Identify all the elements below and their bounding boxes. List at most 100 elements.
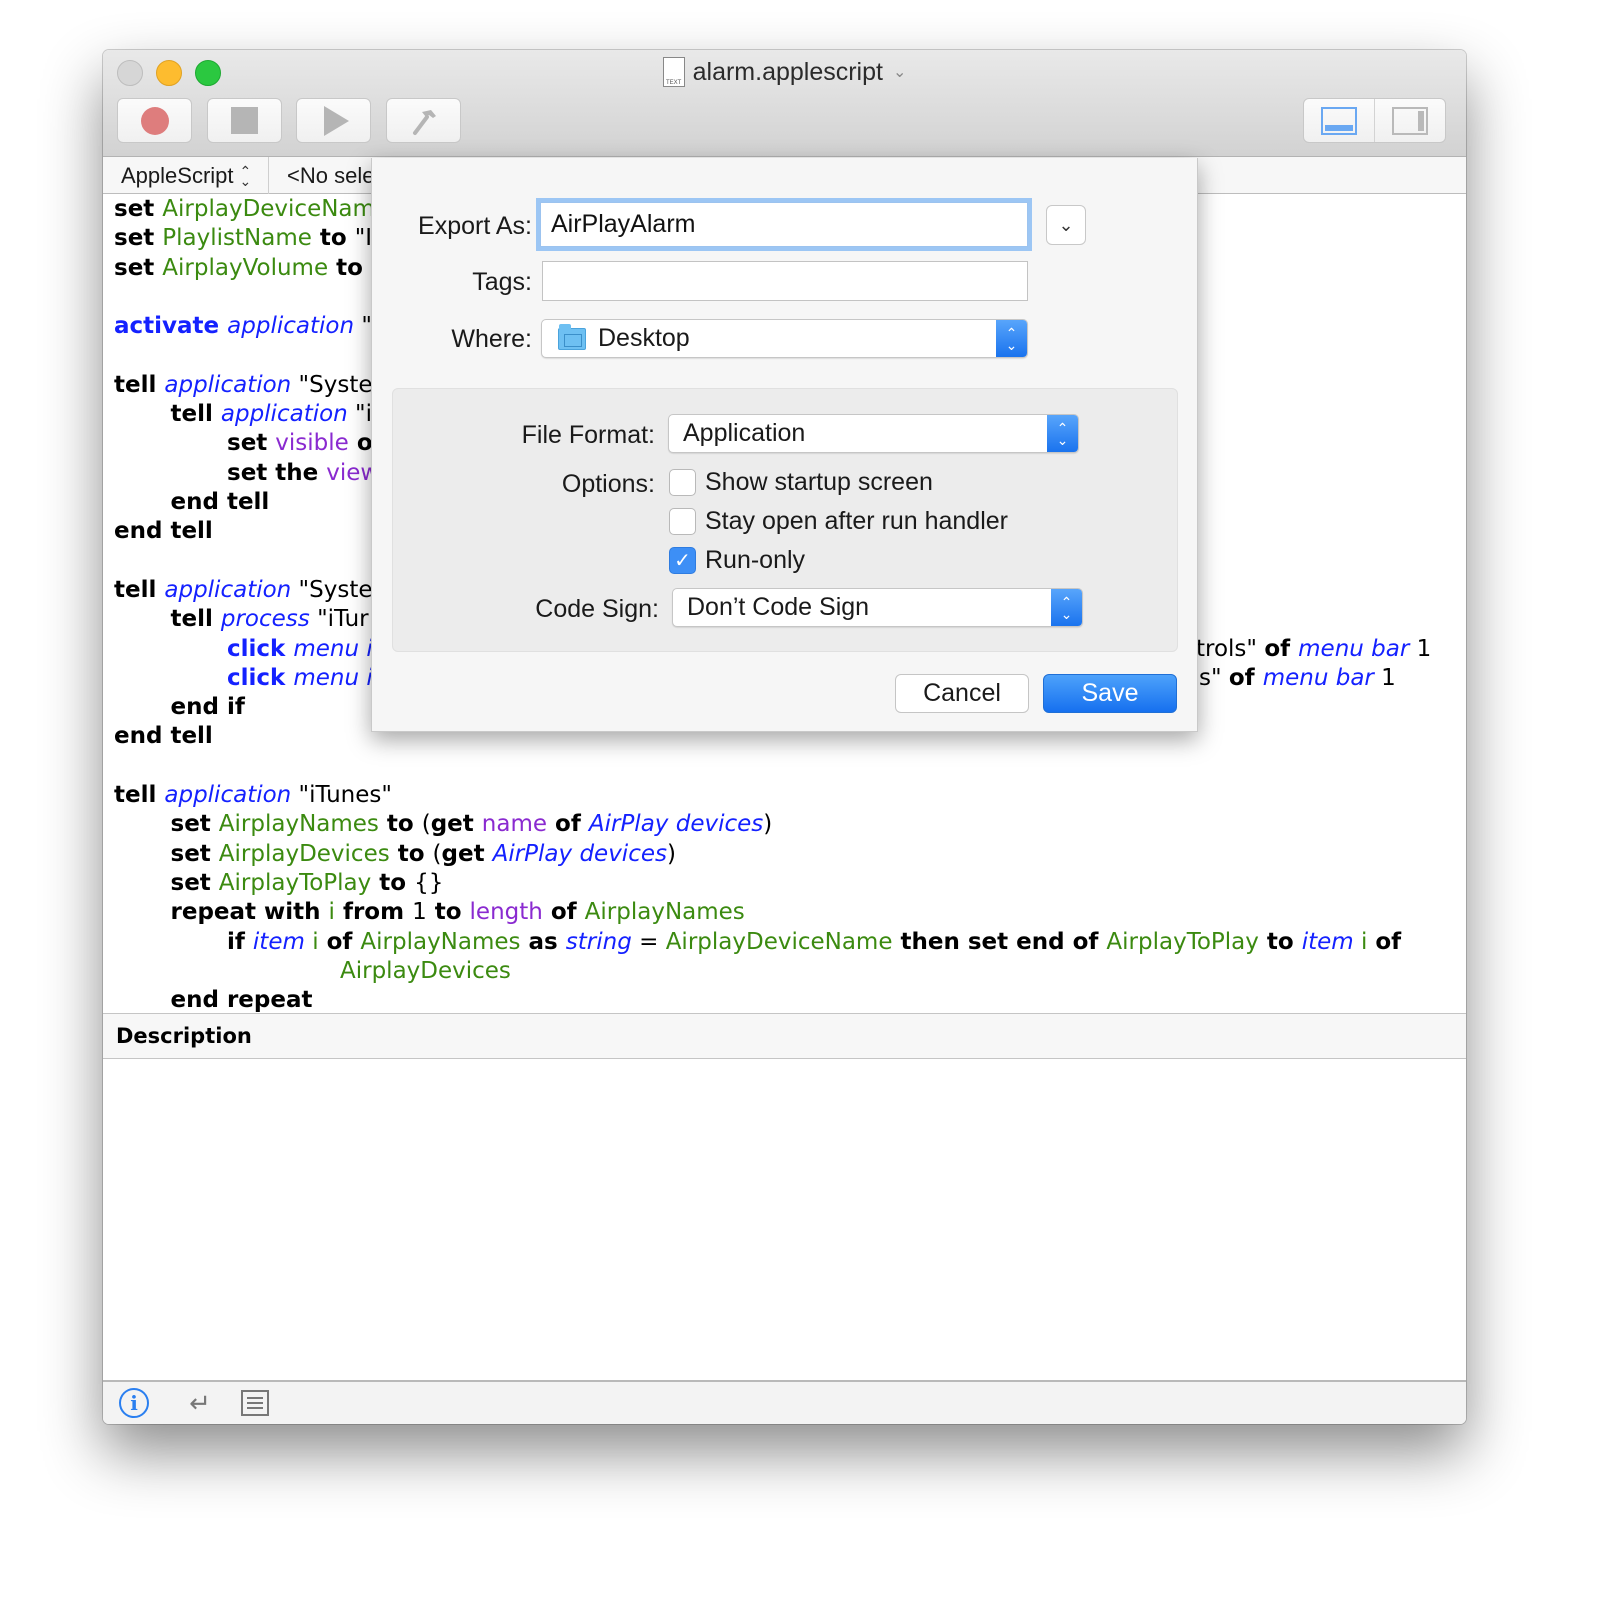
- code-token-app: application: [164, 782, 292, 808]
- code-sign-value: Don’t Code Sign: [687, 593, 870, 621]
- show-side-pane-button[interactable]: [1374, 99, 1445, 142]
- document-icon: TEXT: [662, 57, 685, 87]
- code-token-kw: tell: [170, 401, 221, 428]
- handler-selection-popup[interactable]: <No sele: [287, 157, 374, 194]
- code-token-var: AirplayToPlay: [218, 869, 372, 896]
- export-sheet: Export As: ⌄ Tags: Where: Desktop ⌃⌄ Fil…: [371, 158, 1198, 732]
- where-popup[interactable]: Desktop ⌃ ⌄: [541, 319, 1028, 358]
- record-button[interactable]: [117, 98, 192, 143]
- code-token-str: 1: [1409, 635, 1432, 662]
- export-as-input[interactable]: [541, 203, 1027, 246]
- code-sign-popup[interactable]: Don’t Code Sign ⌃ ⌄: [672, 588, 1083, 627]
- code-token-kw: to: [1258, 928, 1302, 955]
- tags-input[interactable]: [543, 262, 1027, 300]
- code-token-kw: of: [547, 811, 589, 838]
- description-header: Description: [103, 1013, 1466, 1059]
- code-token-kw: set: [170, 840, 219, 867]
- window-title[interactable]: TEXT alarm.applescript ⌄: [103, 57, 1466, 87]
- updown-stepper-icon: ⌃ ⌄: [996, 320, 1027, 357]
- code-line-fragment: trols" of menu bar 1: [1196, 635, 1431, 664]
- code-token-kw: from: [334, 899, 413, 926]
- return-glyph: ↵: [189, 1387, 211, 1418]
- code-token-app: AirPlay devices: [588, 811, 764, 838]
- return-icon[interactable]: ↵: [185, 1388, 215, 1418]
- code-line: tell application "Syste: [114, 576, 373, 605]
- stop-button[interactable]: [207, 98, 282, 143]
- code-token-str: (: [432, 840, 442, 867]
- code-token-kw: to: [378, 811, 422, 838]
- code-token-kw: as: [520, 928, 566, 955]
- compile-button[interactable]: [386, 98, 461, 143]
- code-token-kw: set: [170, 811, 219, 838]
- code-token-str: ): [763, 811, 773, 838]
- tags-label: Tags:: [472, 268, 532, 296]
- options-label: Options:: [561, 470, 655, 498]
- code-token-str: "Syste: [291, 576, 373, 603]
- checkbox[interactable]: [669, 469, 696, 496]
- code-token-str: (: [421, 811, 431, 838]
- code-token-var: AirplayToPlay: [1106, 928, 1259, 955]
- list-icon[interactable]: [241, 1390, 269, 1416]
- chevron-down-icon: ⌄: [1058, 214, 1074, 235]
- code-line: set AirplayToPlay to {}: [171, 869, 444, 898]
- code-token-app: menu bar: [1298, 635, 1410, 662]
- option-label: Show startup screen: [705, 468, 933, 496]
- code-token-kw: end repeat: [170, 987, 313, 1013]
- code-line: set AirplayDevices to (get AirPlay devic…: [171, 840, 676, 869]
- code-token-kw: o: [348, 430, 373, 457]
- save-button[interactable]: Save: [1043, 674, 1177, 713]
- export-as-field[interactable]: [540, 202, 1028, 247]
- code-token-cmd: activate: [114, 313, 228, 340]
- code-token-kw: if: [227, 928, 253, 955]
- code-line: click menu i: [227, 635, 373, 664]
- tags-field[interactable]: [542, 261, 1028, 301]
- side-pane-icon: [1392, 106, 1428, 135]
- code-token-str: ): [666, 840, 676, 867]
- code-line: tell application "iTunes": [114, 781, 392, 810]
- code-token-prop: name: [481, 811, 548, 838]
- cancel-button[interactable]: Cancel: [895, 674, 1029, 713]
- checkbox-checked[interactable]: ✓: [669, 547, 696, 574]
- code-token-app: item: [1301, 928, 1354, 955]
- expand-dialog-button[interactable]: ⌄: [1046, 205, 1086, 245]
- code-token-str: s": [1199, 664, 1229, 691]
- record-icon: [140, 106, 169, 135]
- language-popup[interactable]: AppleScript ⌃ ⌄: [103, 157, 269, 194]
- option-run-only[interactable]: ✓ Run-only: [669, 546, 805, 575]
- code-token-kw: tell: [114, 371, 165, 398]
- run-button[interactable]: [296, 98, 371, 143]
- code-token-kw: of: [1367, 928, 1402, 955]
- code-token-var: AirplayDevices: [340, 957, 511, 984]
- code-line: end tell: [114, 517, 213, 546]
- file-format-label: File Format:: [521, 421, 655, 449]
- code-line: set AirplayDeviceNam: [114, 195, 375, 224]
- code-token-kw: repeat with: [170, 899, 329, 926]
- code-token-kw: to: [328, 254, 363, 281]
- code-token-str: 1: [412, 899, 427, 926]
- file-format-popup[interactable]: Application ⌃ ⌄: [668, 414, 1079, 453]
- code-token-cmd: click: [227, 664, 294, 691]
- code-token-str: "I: [354, 225, 373, 252]
- code-line: if item i of AirplayNames as string = Ai…: [227, 928, 1401, 957]
- code-token-str: "iTunes": [291, 782, 392, 808]
- code-token-app: menu i: [293, 664, 373, 691]
- code-token-kw: of: [1264, 635, 1299, 662]
- where-value: Desktop: [598, 324, 690, 352]
- code-token-kw: then set end of: [892, 928, 1107, 955]
- description-text-area[interactable]: [103, 1059, 1466, 1380]
- code-line: end tell: [171, 488, 270, 517]
- info-icon[interactable]: i: [119, 1388, 149, 1418]
- option-show-startup-screen[interactable]: Show startup screen: [669, 468, 933, 497]
- code-token-kw: of: [318, 928, 361, 955]
- code-token-var: AirplayNames: [584, 899, 745, 926]
- code-token-app: item: [252, 928, 305, 955]
- code-token-app: application: [227, 313, 355, 340]
- checkbox[interactable]: [669, 508, 696, 535]
- language-label: AppleScript: [121, 162, 234, 188]
- show-bottom-pane-button[interactable]: [1304, 99, 1374, 142]
- option-stay-open[interactable]: Stay open after run handler: [669, 507, 1008, 536]
- code-token-kw: set: [170, 869, 219, 896]
- code-token-var: AirplayVolume: [162, 254, 329, 281]
- code-token-kw: to: [426, 899, 470, 926]
- export-as-label: Export As:: [418, 212, 532, 240]
